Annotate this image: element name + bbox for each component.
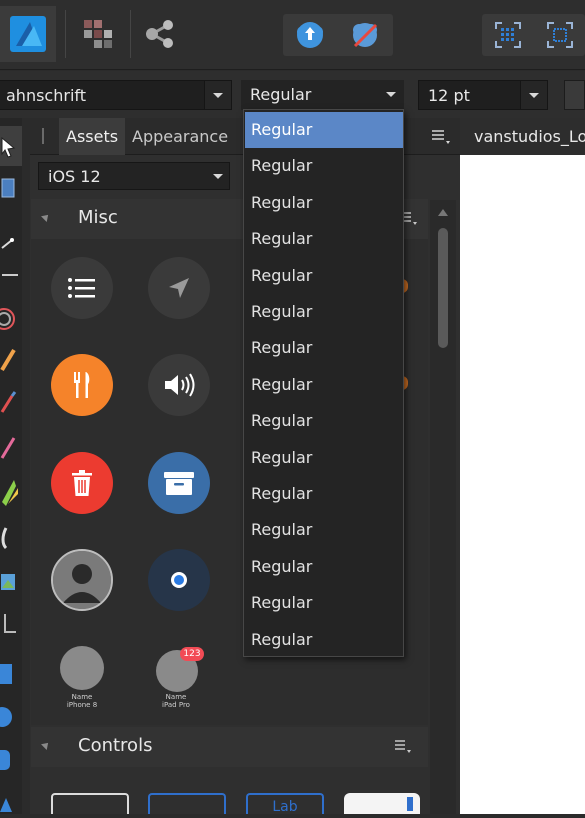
- chevron-down-icon: [386, 91, 396, 97]
- speaker-volume-icon[interactable]: [148, 354, 210, 416]
- trash-icon[interactable]: [51, 452, 113, 514]
- chevron-down-icon: [529, 92, 539, 98]
- font-style-option[interactable]: Regular: [245, 330, 403, 366]
- section-title-controls: Controls: [78, 735, 153, 756]
- contour-tool-icon[interactable]: [0, 304, 22, 334]
- asset-name-label: Name: [165, 693, 187, 701]
- font-style-option[interactable]: Regular: [245, 367, 403, 403]
- font-size-dropdown-arrow[interactable]: [520, 81, 547, 109]
- control-preview-outline-blue[interactable]: [148, 793, 226, 814]
- font-family-value: ahnschrift: [6, 86, 87, 105]
- font-style-dropdown-list: Regular Regular Regular Regular Regular Regul…: [243, 109, 404, 657]
- artboard-tool-icon[interactable]: [0, 176, 22, 202]
- document-canvas[interactable]: [460, 155, 585, 814]
- section-title-misc: Misc: [78, 207, 118, 228]
- affinity-designer-logo-icon[interactable]: [0, 6, 56, 62]
- font-style-option[interactable]: Regular: [245, 440, 403, 476]
- section-menu-icon[interactable]: [393, 737, 413, 760]
- asset-device-label: iPad Pro: [162, 701, 190, 709]
- node-tool-icon[interactable]: [0, 230, 22, 260]
- document-tab-title: vanstudios_Lo: [474, 127, 585, 146]
- tab-appearance[interactable]: Appearance: [125, 118, 235, 155]
- section-header-controls[interactable]: Controls: [31, 727, 428, 767]
- pencil-tool-icon[interactable]: [0, 388, 22, 418]
- font-style-option[interactable]: Regular: [245, 294, 403, 330]
- iphone-app-icon-placeholder[interactable]: [60, 646, 104, 690]
- font-style-option[interactable]: Regular: [245, 549, 403, 585]
- chevron-down-icon: [213, 174, 223, 179]
- export-persona-icon[interactable]: [140, 14, 180, 54]
- font-style-option[interactable]: Regular: [245, 622, 403, 658]
- control-preview-partial-text: [407, 797, 413, 811]
- publish-cloud-up-icon[interactable]: [286, 16, 334, 54]
- collapse-caret-icon[interactable]: [41, 740, 51, 750]
- location-arrow-icon[interactable]: [148, 257, 210, 319]
- asset-device-label: iPhone 8: [66, 701, 98, 709]
- font-style-option[interactable]: Regular: [245, 148, 403, 184]
- crop-tool-icon[interactable]: [0, 610, 22, 640]
- font-style-dropdown-arrow[interactable]: [378, 80, 404, 108]
- panel-grip-handle[interactable]: [42, 128, 44, 144]
- archive-box-icon[interactable]: [148, 452, 210, 514]
- font-style-option[interactable]: Regular: [245, 585, 403, 621]
- fork-knife-icon[interactable]: [51, 354, 113, 416]
- scroll-up-arrow-icon[interactable]: [438, 209, 448, 216]
- triangle-tool-icon[interactable]: [0, 790, 22, 814]
- font-style-option[interactable]: Regular: [245, 112, 403, 148]
- collapse-caret-icon[interactable]: [41, 212, 51, 222]
- contact-avatar-icon[interactable]: [51, 549, 113, 611]
- place-image-tool-icon[interactable]: [0, 568, 22, 598]
- pixel-snap-icon[interactable]: [538, 16, 582, 54]
- font-style-option[interactable]: Regular: [245, 403, 403, 439]
- transparency-tool-icon[interactable]: [0, 522, 22, 552]
- document-tab[interactable]: vanstudios_Lo: [460, 118, 585, 155]
- fill-tool-icon[interactable]: [0, 474, 22, 508]
- control-preview-label[interactable]: Lab: [246, 793, 324, 814]
- asset-name-label: Name: [71, 693, 93, 701]
- scroll-thumb[interactable]: [438, 228, 448, 348]
- asset-name-iphone: Name iPhone 8: [54, 693, 110, 709]
- assistant-disabled-icon[interactable]: [340, 16, 390, 54]
- panel-menu-icon[interactable]: [430, 126, 452, 146]
- rounded-rectangle-tool-icon[interactable]: [0, 748, 22, 774]
- chevron-down-icon: [213, 92, 223, 98]
- asset-category-value: iOS 12: [48, 167, 101, 186]
- vector-brush-tool-icon[interactable]: [0, 432, 22, 462]
- tab-assets[interactable]: Assets: [59, 118, 126, 155]
- list-icon[interactable]: [51, 257, 113, 319]
- rectangle-tool-icon[interactable]: [0, 662, 22, 686]
- point-transform-tool-icon[interactable]: [0, 264, 22, 286]
- asset-name-ipad: Name iPad Pro: [148, 693, 204, 709]
- control-preview-outline-white[interactable]: [51, 793, 129, 814]
- toolbar-overflow-button[interactable]: [564, 80, 585, 110]
- move-tool-icon[interactable]: [0, 126, 22, 166]
- tools-panel: [0, 118, 22, 814]
- font-style-combo[interactable]: Regular: [241, 80, 404, 110]
- asset-category-select[interactable]: iOS 12: [38, 162, 230, 190]
- notification-badge: 123: [180, 647, 204, 661]
- font-style-option[interactable]: Regular: [245, 512, 403, 548]
- main-toolbar: [0, 0, 585, 70]
- font-style-option[interactable]: Regular: [245, 476, 403, 512]
- font-family-dropdown-arrow[interactable]: [204, 81, 231, 109]
- radio-button-icon[interactable]: [148, 549, 210, 611]
- pixel-persona-icon[interactable]: [78, 14, 118, 54]
- font-style-option[interactable]: Regular: [245, 221, 403, 257]
- font-family-combo[interactable]: ahnschrift: [0, 80, 232, 110]
- panel-scrollbar[interactable]: [430, 200, 456, 814]
- font-style-option[interactable]: Regular: [245, 185, 403, 221]
- font-style-value: Regular: [250, 85, 312, 104]
- pen-tool-icon[interactable]: [0, 344, 22, 374]
- font-size-value: 12 pt: [428, 86, 470, 105]
- font-style-option[interactable]: Regular: [245, 258, 403, 294]
- ellipse-tool-icon[interactable]: [0, 704, 22, 730]
- grid-snap-icon[interactable]: [486, 16, 530, 54]
- font-size-combo[interactable]: 12 pt: [418, 80, 548, 110]
